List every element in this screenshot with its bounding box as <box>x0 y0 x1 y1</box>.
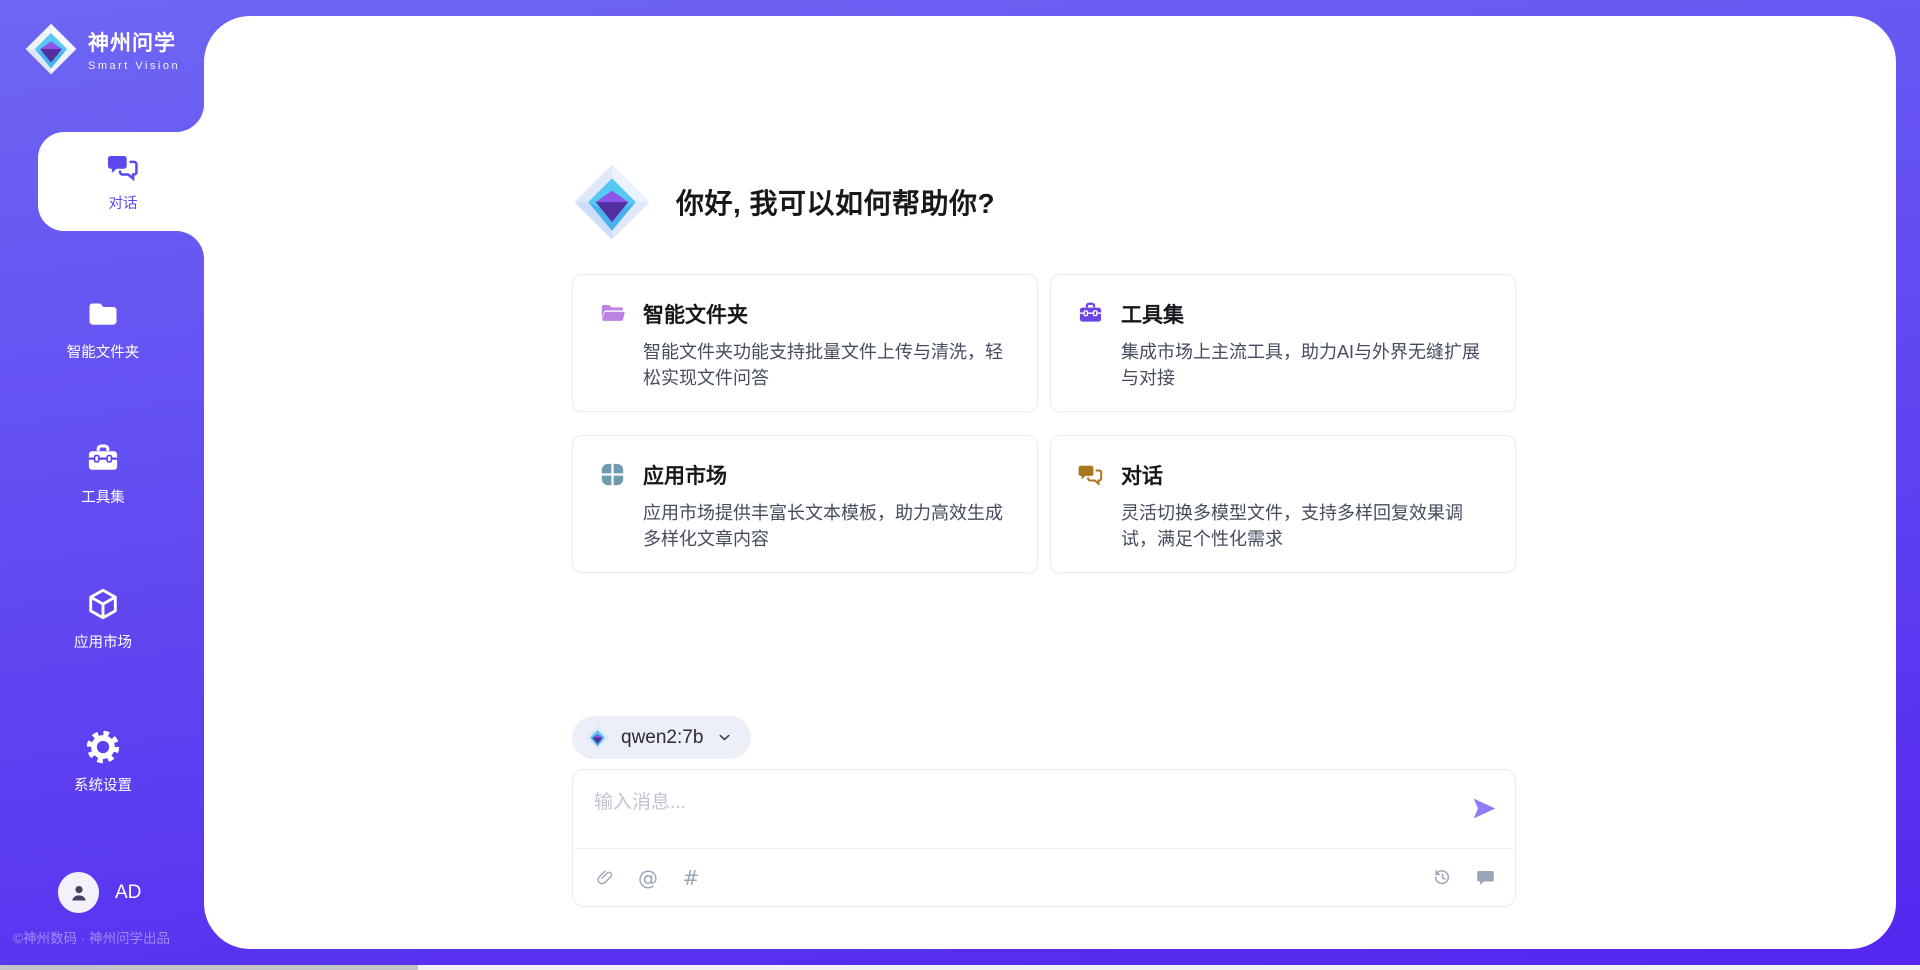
brand-logo: 神州问学 Smart Vision <box>24 22 180 76</box>
cube-icon <box>85 586 121 622</box>
card-description: 智能文件夹功能支持批量文件上传与清洗，轻松实现文件问答 <box>643 339 1011 391</box>
folder-open-icon <box>599 300 626 327</box>
active-tab-top-curve <box>176 104 204 132</box>
model-logo-icon <box>585 725 610 750</box>
hash-icon: # <box>683 868 700 888</box>
at-icon: @ <box>638 868 658 888</box>
chat-bubbles-icon <box>106 150 140 184</box>
history-button[interactable] <box>1431 867 1453 889</box>
greeting-section: 你好, 我可以如何帮助你? <box>572 162 995 242</box>
sidebar-item-label: 智能文件夹 <box>67 341 140 362</box>
card-title: 应用市场 <box>643 460 1011 490</box>
model-name: qwen2:7b <box>621 727 703 749</box>
card-title: 智能文件夹 <box>643 299 1011 329</box>
sidebar-item-label: 应用市场 <box>74 631 132 652</box>
card-toolset[interactable]: 工具集 集成市场上主流工具，助力AI与外界无缝扩展与对接 <box>1050 274 1516 412</box>
gear-icon <box>85 729 121 765</box>
paperclip-icon <box>595 867 616 888</box>
avatar <box>58 872 99 913</box>
sidebar-item-label: 系统设置 <box>74 774 132 795</box>
card-smart-folder[interactable]: 智能文件夹 智能文件夹功能支持批量文件上传与清洗，轻松实现文件问答 <box>572 274 1038 412</box>
sidebar-item-app-market[interactable]: 应用市场 <box>28 586 178 652</box>
toolbox-icon <box>85 441 121 477</box>
toolbox-icon <box>1077 300 1104 327</box>
brand-subtitle: Smart Vision <box>88 60 180 72</box>
sidebar-item-settings[interactable]: 系统设置 <box>28 729 178 795</box>
active-tab-bottom-curve <box>176 231 204 259</box>
history-clock-icon <box>1432 867 1453 888</box>
card-chat[interactable]: 对话 灵活切换多模型文件，支持多样回复效果调试，满足个性化需求 <box>1050 435 1516 573</box>
card-app-market[interactable]: 应用市场 应用市场提供丰富长文本模板，助力高效生成多样化文章内容 <box>572 435 1038 573</box>
scrollbar-thumb[interactable] <box>0 965 418 970</box>
card-description: 集成市场上主流工具，助力AI与外界无缝扩展与对接 <box>1121 339 1489 391</box>
sidebar-item-chat[interactable]: 对话 <box>38 132 208 231</box>
brand-diamond-icon <box>24 22 78 76</box>
composer-right-tools <box>1431 867 1496 889</box>
sidebar-item-label: 对话 <box>109 192 138 213</box>
card-title: 工具集 <box>1121 299 1489 329</box>
sidebar-item-toolset[interactable]: 工具集 <box>28 441 178 507</box>
grid-cube-icon <box>599 461 626 488</box>
folder-icon <box>85 296 121 332</box>
app-window: 神州问学 Smart Vision 对话 智能文件夹 工具集 <box>0 0 1920 970</box>
attach-file-button[interactable] <box>594 867 616 889</box>
copyright-text: ©神州数码 · 神州问学出品 <box>13 927 208 947</box>
user-avatar-icon <box>67 881 91 905</box>
feedback-button[interactable] <box>1474 867 1496 889</box>
user-profile[interactable]: AD <box>58 872 141 913</box>
chevron-down-icon <box>716 729 733 746</box>
message-composer: @ # <box>572 769 1516 907</box>
feature-cards: 智能文件夹 智能文件夹功能支持批量文件上传与清洗，轻松实现文件问答 工具集 集成… <box>572 274 1516 573</box>
mention-button[interactable]: @ <box>637 867 659 889</box>
card-title: 对话 <box>1121 460 1489 490</box>
chat-bubbles-icon <box>1077 461 1104 488</box>
user-name: AD <box>115 882 141 904</box>
model-selector[interactable]: qwen2:7b <box>572 716 751 759</box>
sidebar-item-label: 工具集 <box>81 486 125 507</box>
composer-left-tools: @ # <box>594 867 702 889</box>
hashtag-button[interactable]: # <box>680 867 702 889</box>
horizontal-scrollbar <box>0 965 1920 970</box>
brand-name: 神州问学 <box>88 27 180 57</box>
send-icon <box>1471 795 1498 822</box>
chat-bubble-filled-icon <box>1475 867 1496 888</box>
card-description: 灵活切换多模型文件，支持多样回复效果调试，满足个性化需求 <box>1121 500 1489 552</box>
sidebar-item-smart-folder[interactable]: 智能文件夹 <box>28 296 178 362</box>
card-description: 应用市场提供丰富长文本模板，助力高效生成多样化文章内容 <box>643 500 1011 552</box>
assistant-diamond-icon <box>572 162 652 242</box>
send-button[interactable] <box>1471 795 1498 822</box>
greeting-title: 你好, 我可以如何帮助你? <box>676 182 995 222</box>
message-input[interactable] <box>573 770 1433 840</box>
